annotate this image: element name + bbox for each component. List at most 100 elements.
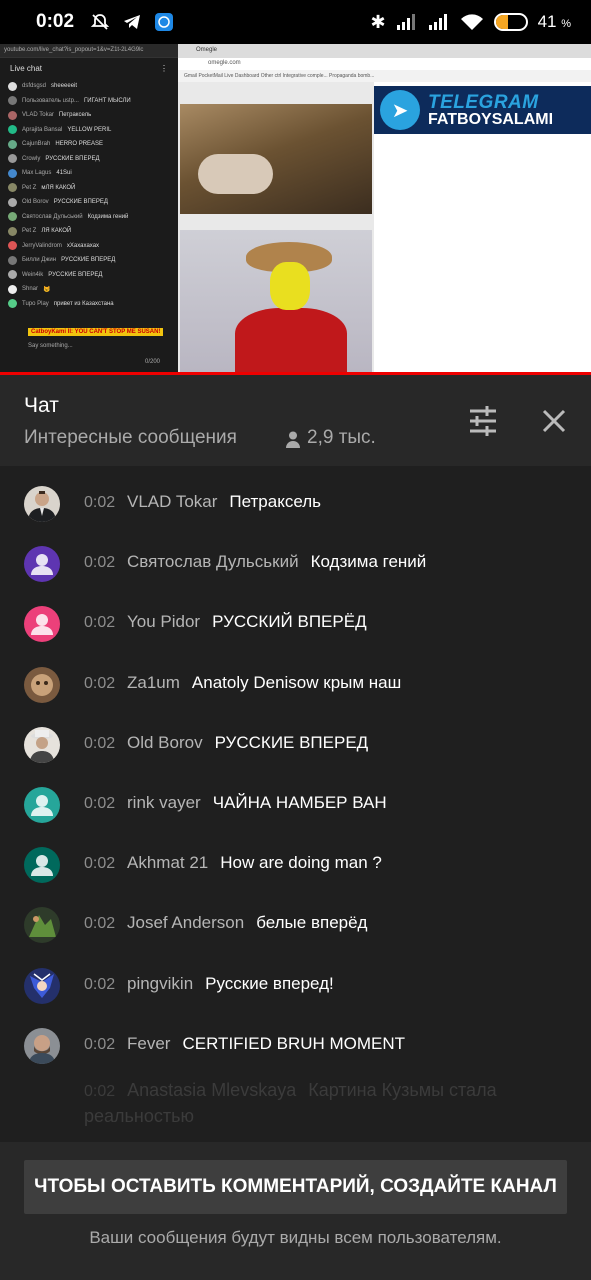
message-text: РУССКИЕ ВПЕРЕД xyxy=(214,732,369,752)
message-author[interactable]: pingvikin xyxy=(127,974,193,993)
author-avatar[interactable] xyxy=(24,847,60,884)
mini-avatar xyxy=(8,299,17,309)
telegram-icon xyxy=(124,15,141,29)
chat-message[interactable]: 0:02 Святослав Дульський Кодзима гений xyxy=(0,526,591,586)
video-pinned-message: CatboyKami II: YOU CAN'T STOP ME SUSAN! xyxy=(28,328,164,336)
message-text: Петраксель xyxy=(229,492,322,511)
person-icon xyxy=(286,431,300,448)
video-streamer-camera xyxy=(180,230,372,372)
video-bookmarks: Gmail PocketMail Live Dashboard Other ct… xyxy=(178,70,374,82)
message-body: Святослав Дульський Кодзима гений xyxy=(127,552,426,572)
author-avatar[interactable] xyxy=(24,787,60,823)
message-author[interactable]: Fever xyxy=(127,1034,170,1053)
author-avatar[interactable] xyxy=(24,546,60,583)
video-mini-chat-row: Wein4ik РУССКИЕ ВПЕРЕД xyxy=(0,268,178,283)
video-mini-chat-row: VLAD Tokar Петраксель xyxy=(0,108,178,123)
mini-avatar xyxy=(8,212,17,222)
chat-message[interactable]: 0:02 rink vayer ЧАЙНА НАМБЕР ВАН xyxy=(0,767,591,827)
chat-message[interactable]: 0:02 Old Borov РУССКИЕ ВПЕРЕД xyxy=(0,707,591,767)
video-browser-address: omegle.com xyxy=(178,58,374,70)
message-text: белые вперёд xyxy=(256,913,368,933)
close-button[interactable] xyxy=(536,403,572,439)
mini-text: мЛЯ КАКОЙ xyxy=(41,184,76,191)
mini-author: Shnar xyxy=(22,286,39,293)
mini-avatar xyxy=(8,168,17,178)
chat-message[interactable]: 0:02 Josef Anderson белые вперёд xyxy=(0,887,591,947)
message-timestamp: 0:02 xyxy=(84,494,116,511)
mini-avatar xyxy=(8,110,17,120)
mini-avatar xyxy=(8,255,17,265)
message-author[interactable]: VLAD Tokar xyxy=(127,492,217,511)
message-timestamp: 0:02 xyxy=(84,795,116,812)
message-author[interactable]: Akhmat 21 xyxy=(127,853,208,872)
author-avatar[interactable] xyxy=(24,1027,60,1064)
chat-message-list[interactable]: 0:02 VLAD Tokar Петраксель 0:02 Святослав Ду… xyxy=(0,466,591,1142)
create-channel-button[interactable]: ЧТОБЫ ОСТАВИТЬ КОММЕНТАРИЙ, СОЗДАЙТЕ КАН… xyxy=(24,1160,567,1214)
video-player[interactable]: youtube.com/live_chat?is_popout=1&v=Z1t-… xyxy=(0,44,591,374)
message-body: rink vayer ЧАЙНА НАМБЕР ВАН xyxy=(127,793,387,813)
author-avatar[interactable] xyxy=(24,907,60,944)
message-timestamp: 0:02 xyxy=(84,614,116,632)
mini-avatar xyxy=(8,154,17,164)
chat-message[interactable]: 0:02 Akhmat 21 How are doing man ? xyxy=(0,827,591,887)
chat-header: Чат Интересные сообщения 2,9 тыс. xyxy=(0,375,591,466)
message-timestamp: 0:02 xyxy=(84,975,116,993)
mini-text: хХахахахах xyxy=(66,242,100,249)
author-avatar[interactable] xyxy=(24,967,60,1004)
chat-message[interactable]: 0:02 Fever CERTIFIED BRUH MOMENT xyxy=(0,1008,591,1068)
message-text: ЧАЙНА НАМБЕР ВАН xyxy=(212,793,387,812)
message-text: Кодзима гений xyxy=(310,552,427,572)
mini-text: привет из Казахстана xyxy=(53,300,114,307)
message-author[interactable]: Old Borov xyxy=(127,733,203,752)
message-timestamp: 0:02 xyxy=(84,674,116,692)
chat-message[interactable]: 0:02 pingvikin Русские вперед! xyxy=(0,948,591,1008)
message-author[interactable]: You Pidor xyxy=(127,612,200,631)
chat-message[interactable]: 0:02 Za1um Anatoly Denisow крым наш xyxy=(0,647,591,707)
mini-text: РУССКИЕ ВПЕРЕД xyxy=(48,271,103,278)
message-body: VLAD Tokar Петраксель xyxy=(127,492,321,512)
mini-author: Пользователь ustр... xyxy=(22,97,79,104)
video-mini-chat-row: Пользователь ustр... ГИГАНТ МЫСЛИ xyxy=(0,94,178,109)
chat-mode-selector[interactable]: Интересные сообщения xyxy=(24,427,237,449)
mini-text: sheeeeeit xyxy=(51,83,78,90)
signal-icon xyxy=(428,14,447,30)
video-mini-chat-row: Max Lagus 41Sui xyxy=(0,166,178,181)
browser-icon xyxy=(155,13,174,31)
message-body: Akhmat 21 How are doing man ? xyxy=(127,853,382,873)
message-body: Josef Anderson белые вперёд xyxy=(127,913,367,933)
video-browser-tab: Omegle xyxy=(178,44,374,58)
faded-message: 0:02 Anastasia Mlevskaya Картина Кузьмы ст… xyxy=(84,1080,497,1126)
video-live-chat-header: Live chat ⋮ xyxy=(10,64,168,73)
message-author[interactable]: Святослав Дульський xyxy=(127,552,299,571)
video-mini-chat-row: Святослав Дульський Кодзима гений xyxy=(0,210,178,225)
message-author[interactable]: Josef Anderson xyxy=(127,913,244,932)
battery-icon xyxy=(493,13,528,31)
author-avatar[interactable] xyxy=(24,726,60,763)
message-body: Old Borov РУССКИЕ ВПЕРЕД xyxy=(127,733,368,753)
message-author[interactable]: rink vayer xyxy=(127,793,201,812)
mini-author: Святослав Дульський xyxy=(22,213,83,220)
status-bar: 0:02 ✱ 41 % xyxy=(0,0,591,44)
message-timestamp: 0:02 xyxy=(84,855,116,873)
author-avatar[interactable] xyxy=(24,486,60,522)
message-text: РУССКИЙ ВПЕРЁД xyxy=(212,612,367,632)
video-url-bar: youtube.com/live_chat?is_popout=1&v=Z1t-… xyxy=(0,44,178,58)
viewer-count: 2,9 тыс. xyxy=(307,427,376,448)
author-avatar[interactable] xyxy=(24,666,60,703)
filter-button[interactable] xyxy=(462,401,504,441)
mini-author: Pet Z xyxy=(22,228,37,235)
battery-percent: 41 % xyxy=(537,12,571,31)
footer-note: Ваши сообщения будут видны всем пользова… xyxy=(89,1228,502,1247)
mini-author: Crowly xyxy=(22,155,41,162)
chat-message[interactable]: 0:02 You Pidor РУССКИЙ ВПЕРЁД xyxy=(0,586,591,646)
mini-author: CajunBrah xyxy=(22,141,51,148)
message-author[interactable]: Za1um xyxy=(127,673,180,692)
author-avatar[interactable] xyxy=(24,606,60,643)
video-say-something: Say something... xyxy=(28,343,73,349)
video-mini-chat-row: JerryValindrom хХахахахах xyxy=(0,239,178,254)
video-stranger-camera xyxy=(180,104,372,214)
video-mini-chat-list: dsfdsgsd sheeeeeit Пользователь ustр... ГИГ… xyxy=(0,79,178,311)
mini-avatar xyxy=(8,226,17,236)
video-char-count: 0/200 xyxy=(144,359,160,365)
chat-message[interactable]: 0:02 VLAD Tokar Петраксель xyxy=(0,466,591,526)
